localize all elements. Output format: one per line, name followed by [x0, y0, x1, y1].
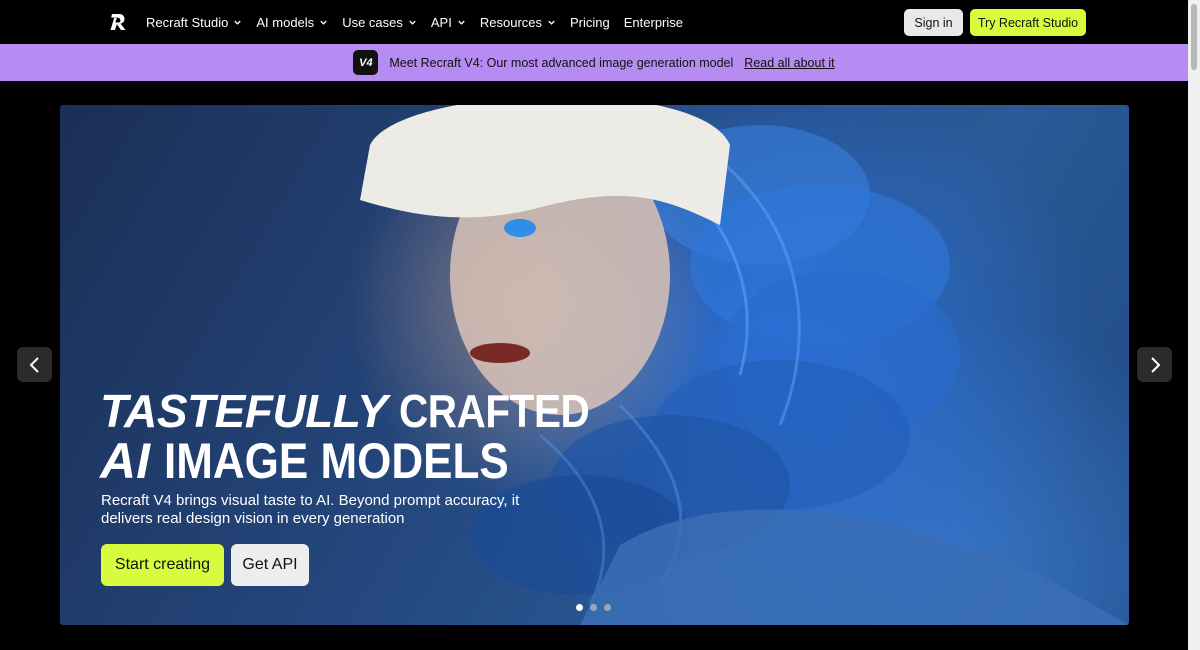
nav-item-resources[interactable]: Resources [480, 15, 556, 30]
nav-item-ai-models[interactable]: AI models [256, 15, 328, 30]
try-recraft-studio-button[interactable]: Try Recraft Studio [970, 9, 1086, 36]
hero-subtitle: Recraft V4 brings visual taste to AI. Be… [101, 492, 520, 527]
chevron-down-icon [548, 20, 555, 25]
hero-title-words-image-models: IMAGE MODELS [163, 433, 509, 489]
hero-title-line-1: TASTEFULLY CRAFTED [100, 388, 616, 434]
hero-title-line-2: AI IMAGE MODELS [100, 436, 616, 486]
chevron-down-icon [320, 20, 327, 25]
hero-title-word-ai: AI [100, 433, 150, 489]
nav-item-label: Resources [479, 14, 542, 30]
get-api-button[interactable]: Get API [231, 544, 309, 586]
nav-item-label: Pricing [570, 14, 610, 30]
nav-item-pricing[interactable]: Pricing [570, 15, 610, 30]
hero-title-word-crafted: CRAFTED [399, 385, 590, 437]
hero-carousel-slide: TASTEFULLY CRAFTED AI IMAGE MODELS Recra… [60, 105, 1129, 625]
v4-badge-icon: V4 [353, 50, 379, 75]
nav-item-enterprise[interactable]: Enterprise [624, 15, 683, 30]
top-nav: Recraft Studio AI models Use cases API R… [0, 0, 1188, 44]
page-scrollbar[interactable] [1188, 0, 1200, 650]
nav-item-label: Use cases [342, 14, 403, 30]
nav-item-label: AI models [256, 14, 315, 30]
carousel-dot-1[interactable] [576, 604, 583, 611]
eye-shape [504, 219, 536, 237]
chevron-down-icon [458, 20, 465, 25]
carousel-next-button[interactable] [1137, 347, 1172, 382]
nav-item-label: API [430, 14, 452, 30]
carousel-prev-button[interactable] [17, 347, 52, 382]
sign-in-button[interactable]: Sign in [904, 9, 963, 36]
nav-item-label: Enterprise [623, 14, 683, 30]
nav-item-api[interactable]: API [431, 15, 466, 30]
read-all-about-it-link[interactable]: Read all about it [744, 56, 834, 70]
lips-shape [470, 343, 530, 363]
chevron-left-icon [29, 356, 39, 373]
chevron-down-icon [234, 20, 242, 25]
start-creating-button[interactable]: Start creating [101, 544, 224, 586]
recraft-logo-icon[interactable] [108, 12, 128, 32]
announcement-text: Meet Recraft V4: Our most advanced image… [389, 55, 734, 70]
nav-item-label: Recraft Studio [146, 14, 229, 30]
nav-menu: Recraft Studio AI models Use cases API R… [146, 0, 697, 44]
carousel-dot-2[interactable] [590, 604, 597, 611]
nav-item-use-cases[interactable]: Use cases [342, 15, 417, 30]
hero-title-word-tastefully: TASTEFULLY [100, 385, 388, 437]
announcement-banner: V4 Meet Recraft V4: Our most advanced im… [0, 44, 1188, 81]
scrollbar-thumb[interactable] [1191, 4, 1197, 70]
hero-title: TASTEFULLY CRAFTED AI IMAGE MODELS [100, 388, 616, 486]
chevron-right-icon [1150, 356, 1160, 373]
chevron-down-icon [409, 20, 416, 25]
carousel-dots [576, 604, 618, 611]
jacket-shape [580, 509, 1129, 625]
nav-item-recraft-studio[interactable]: Recraft Studio [146, 15, 242, 30]
carousel-dot-3[interactable] [604, 604, 611, 611]
